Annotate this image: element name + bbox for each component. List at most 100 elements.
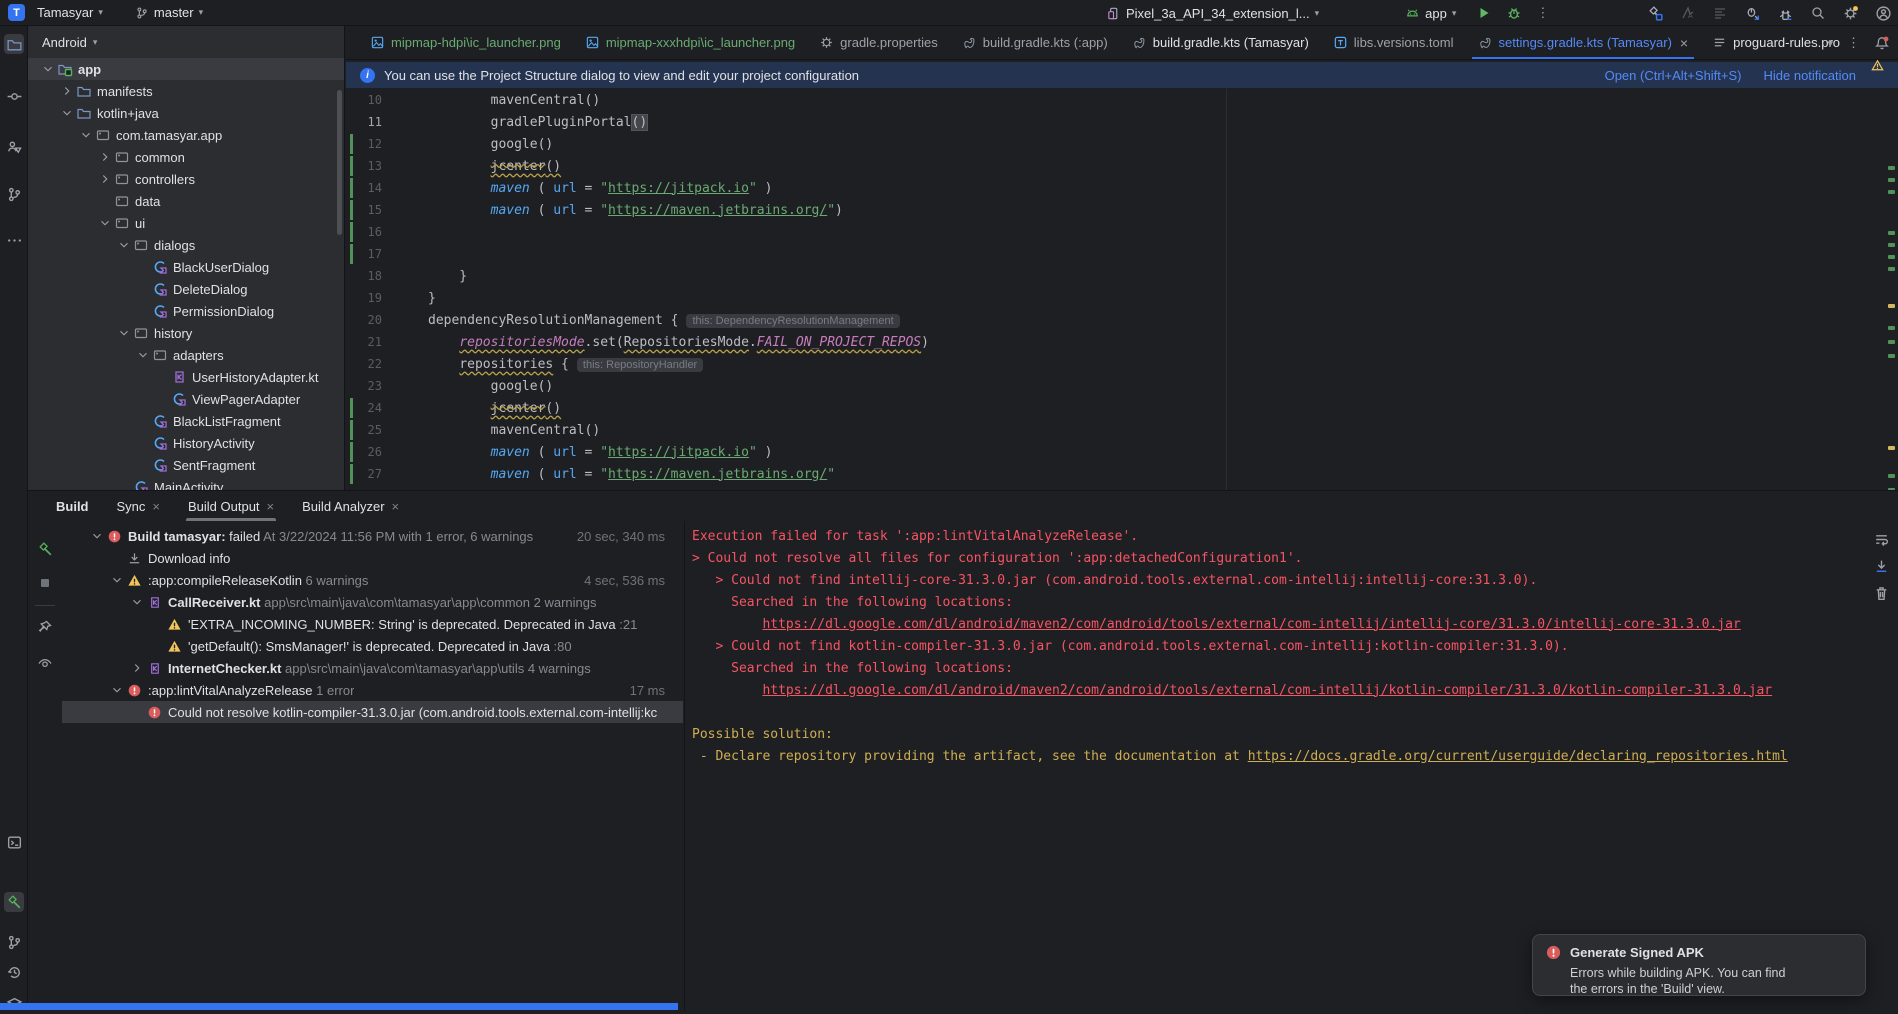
project-tree-item[interactable]: ui xyxy=(28,212,344,234)
attach-debugger-button[interactable] xyxy=(1744,5,1761,22)
code-line[interactable]: 13 jcenter() xyxy=(346,155,1880,177)
close-tab-icon[interactable]: × xyxy=(392,499,400,514)
code-line[interactable]: 26 maven ( url = "https://jitpack.io" ) xyxy=(346,441,1880,463)
project-tree-item[interactable]: MainActivity xyxy=(28,476,344,490)
tab-list-chevron-icon[interactable]: ▾ xyxy=(1827,37,1833,50)
build-tree-item[interactable]: 'getDefault(): SmsManager!' is deprecate… xyxy=(62,635,683,657)
chevron-right-icon[interactable] xyxy=(59,84,75,98)
project-tree-item[interactable]: kotlin+java xyxy=(28,102,344,124)
project-tree-scrollbar[interactable] xyxy=(337,90,342,235)
editor-tab[interactable]: libs.versions.toml xyxy=(1321,26,1466,59)
build-tree-item[interactable]: 'EXTRA_INCOMING_NUMBER: String' is depre… xyxy=(62,613,683,635)
code-editor[interactable]: 10 mavenCentral()11 gradlePluginPortal()… xyxy=(346,89,1880,490)
chevron-right-icon[interactable] xyxy=(97,172,113,186)
console-link[interactable]: https://docs.gradle.org/current/userguid… xyxy=(1248,749,1788,764)
console-link[interactable]: https://dl.google.com/dl/android/maven2/… xyxy=(762,617,1740,632)
chevron-down-icon[interactable] xyxy=(128,595,145,609)
build-tree-item[interactable]: Download info xyxy=(62,547,683,569)
chevron-down-icon[interactable] xyxy=(59,106,75,120)
project-tree-item[interactable]: DeleteDialog xyxy=(28,278,344,300)
chevron-down-icon[interactable] xyxy=(88,529,105,543)
project-tree-item[interactable]: BlackUserDialog xyxy=(28,256,344,278)
code-line[interactable]: 16 xyxy=(346,221,1880,243)
device-selector[interactable]: Pixel_3a_API_34_extension_l... ▾ xyxy=(1100,4,1325,23)
code-line[interactable]: 15 maven ( url = "https://maven.jetbrain… xyxy=(346,199,1880,221)
editor-tab[interactable]: build.gradle.kts (Tamasyar) xyxy=(1120,26,1321,59)
code-line[interactable]: 12 google() xyxy=(346,133,1880,155)
chevron-down-icon[interactable] xyxy=(97,216,113,230)
chevron-right-icon[interactable] xyxy=(97,150,113,164)
git-tool-window-icon[interactable] xyxy=(4,932,24,952)
branches-icon[interactable] xyxy=(4,184,24,204)
chevron-right-icon[interactable] xyxy=(128,661,145,675)
scroll-to-end-icon[interactable] xyxy=(1873,558,1890,575)
build-tree-item[interactable]: :app:lintVitalAnalyzeRelease 1 error17 m… xyxy=(62,679,683,701)
build-panel-tab[interactable]: Build Output× xyxy=(178,491,284,521)
project-tree-item[interactable]: dialogs xyxy=(28,234,344,256)
project-tree-item[interactable]: controllers xyxy=(28,168,344,190)
build-splitter[interactable] xyxy=(684,521,685,1011)
code-line[interactable]: 10 mavenCentral() xyxy=(346,89,1880,111)
code-line[interactable]: 20dependencyResolutionManagement {this: … xyxy=(346,309,1880,331)
close-tab-icon[interactable]: × xyxy=(152,499,160,514)
project-tree-item[interactable]: manifests xyxy=(28,80,344,102)
code-line[interactable]: 25 mavenCentral() xyxy=(346,419,1880,441)
chevron-down-icon[interactable] xyxy=(116,238,132,252)
code-line[interactable]: 14 maven ( url = "https://jitpack.io" ) xyxy=(346,177,1880,199)
restart-build-icon[interactable] xyxy=(35,539,55,559)
project-tree-item[interactable]: app xyxy=(28,58,344,80)
more-actions-icon[interactable]: ⋮ xyxy=(1536,5,1549,21)
error-stripe[interactable] xyxy=(1886,66,1896,490)
close-tab-icon[interactable]: × xyxy=(267,499,275,514)
search-everywhere-button[interactable] xyxy=(1810,5,1826,21)
build-tree-item[interactable]: Build tamasyar: failed At 3/22/2024 11:5… xyxy=(62,525,683,547)
project-tree-item[interactable]: HistoryActivity xyxy=(28,432,344,454)
history-tool-window-icon[interactable] xyxy=(4,962,24,982)
chevron-down-icon[interactable] xyxy=(135,348,151,362)
pull-requests-icon[interactable] xyxy=(4,136,24,156)
editor-tab[interactable]: mipmap-hdpi\ic_launcher.png xyxy=(358,26,573,59)
chevron-down-icon[interactable] xyxy=(108,573,125,587)
notification-popup[interactable]: Generate Signed APK Errors while buildin… xyxy=(1532,934,1866,996)
project-tree-item[interactable]: ViewPagerAdapter xyxy=(28,388,344,410)
project-tree-item[interactable]: SentFragment xyxy=(28,454,344,476)
pin-icon[interactable] xyxy=(35,617,55,637)
inspections-widget-icon[interactable] xyxy=(1870,58,1885,73)
project-tree-item[interactable]: PermissionDialog xyxy=(28,300,344,322)
project-tree-item[interactable]: com.tamasyar.app xyxy=(28,124,344,146)
code-line[interactable]: 21 repositoriesMode.set(RepositoriesMode… xyxy=(346,331,1880,353)
build-window-title[interactable]: Build xyxy=(46,491,99,521)
project-tree-item[interactable]: adapters xyxy=(28,344,344,366)
tab-options-icon[interactable]: ⋮ xyxy=(1847,35,1860,51)
commit-tool-window-icon[interactable] xyxy=(4,86,24,106)
project-tree-item[interactable]: BlackListFragment xyxy=(28,410,344,432)
editor-tab[interactable]: gradle.properties xyxy=(807,26,950,59)
settings-button[interactable] xyxy=(1842,5,1859,22)
terminal-tool-window-icon[interactable] xyxy=(4,832,24,852)
banner-open-link[interactable]: Open (Ctrl+Alt+Shift+S) xyxy=(1605,68,1742,83)
stop-build-icon[interactable] xyxy=(35,573,55,593)
code-line[interactable]: 23 google() xyxy=(346,375,1880,397)
chevron-down-icon[interactable] xyxy=(108,683,125,697)
code-line[interactable]: 22 repositories {this: RepositoryHandler xyxy=(346,353,1880,375)
more-tool-windows-icon[interactable] xyxy=(4,230,24,250)
chevron-down-icon[interactable] xyxy=(40,62,56,76)
chevron-down-icon[interactable] xyxy=(116,326,132,340)
console-link[interactable]: https://dl.google.com/dl/android/maven2/… xyxy=(762,683,1772,698)
editor-tab[interactable]: build.gradle.kts (:app) xyxy=(950,26,1120,59)
code-line[interactable]: 11 gradlePluginPortal() xyxy=(346,111,1880,133)
project-view-selector[interactable]: Android ▾ xyxy=(28,26,344,58)
project-tree-item[interactable]: history xyxy=(28,322,344,344)
clear-all-icon[interactable] xyxy=(1873,585,1890,602)
project-tool-window-icon[interactable] xyxy=(4,34,24,54)
profiler-button[interactable]: A xyxy=(1680,5,1696,21)
code-line[interactable]: 18 } xyxy=(346,265,1880,287)
editor-tab[interactable]: settings.gradle.kts (Tamasyar)× xyxy=(1466,26,1701,59)
run-config-selector[interactable]: app ▾ xyxy=(1399,4,1462,23)
code-line[interactable]: 19} xyxy=(346,287,1880,309)
device-manager-button[interactable] xyxy=(1777,5,1794,22)
filter-warnings-icon[interactable] xyxy=(35,653,55,673)
coverage-button[interactable] xyxy=(1712,5,1728,21)
banner-hide-link[interactable]: Hide notification xyxy=(1764,68,1857,83)
debug-button[interactable] xyxy=(1506,5,1522,21)
